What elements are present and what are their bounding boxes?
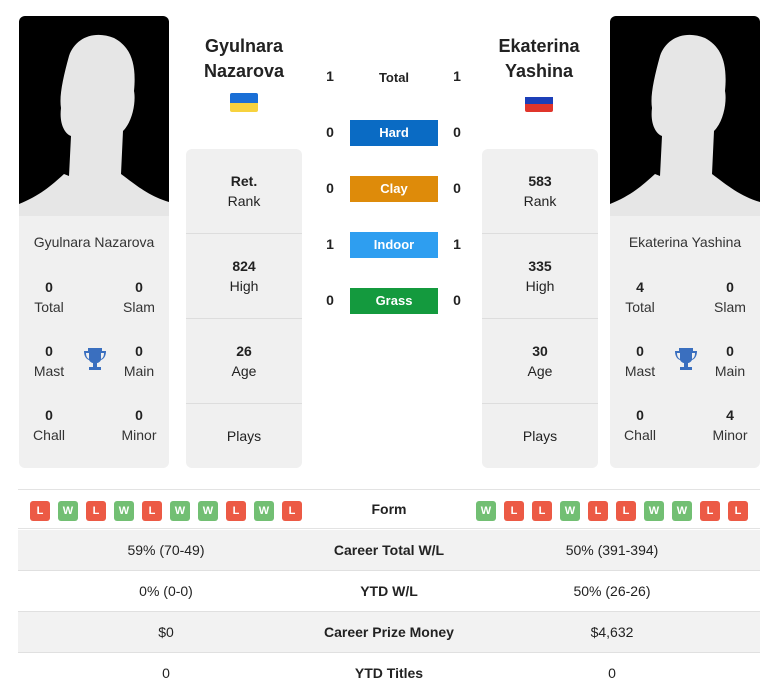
form-result-win[interactable]: W <box>644 501 664 521</box>
form-result-loss[interactable]: L <box>226 501 246 521</box>
form-result-win[interactable]: W <box>672 501 692 521</box>
stat-row-ytd-titles: 0 YTD Titles 0 <box>162 665 616 681</box>
stat-row-career-wl: 59% (70-49) Career Total W/L 50% (391-39… <box>18 530 760 571</box>
titles-mast-right: 0 Mast <box>624 343 656 379</box>
trophy-icon <box>84 348 106 370</box>
h2h-grass: 0 Grass 0 <box>315 288 473 314</box>
h2h-clay: 0 Clay 0 <box>315 176 473 202</box>
player-photo-left <box>19 16 169 216</box>
titles-main-left: 0 Main <box>123 343 155 379</box>
player-heading-right[interactable]: Ekaterina Yashina <box>464 34 614 84</box>
titles-chall-right: 0 Chall <box>624 407 656 443</box>
player-photo-right <box>610 16 760 216</box>
titles-mast-left: 0 Mast <box>33 343 65 379</box>
form-result-win[interactable]: W <box>58 501 78 521</box>
surface-grass-badge: Grass <box>350 288 438 314</box>
form-label: Form <box>371 501 407 517</box>
age-left: 26 Age <box>186 319 302 404</box>
surface-clay-badge: Clay <box>350 176 438 202</box>
high-left: 824 High <box>186 234 302 319</box>
form-result-win[interactable]: W <box>476 501 496 521</box>
stat-row-ytd-wl: 0% (0-0) YTD W/L 50% (26-26) <box>18 571 760 612</box>
form-result-loss[interactable]: L <box>282 501 302 521</box>
form-result-loss[interactable]: L <box>588 501 608 521</box>
titles-slam-left: 0 Slam <box>123 279 155 315</box>
rank-card-left: Ret. Rank 824 High 26 Age Plays <box>186 149 302 468</box>
player-name-left: Gyulnara Nazarova <box>33 234 155 250</box>
form-result-loss[interactable]: L <box>86 501 106 521</box>
trophy-icon <box>675 348 697 370</box>
surface-hard-badge: Hard <box>350 120 438 146</box>
age-right: 30 Age <box>482 319 598 404</box>
titles-total-left: 0 Total <box>34 279 64 315</box>
form-result-win[interactable]: W <box>560 501 580 521</box>
form-result-loss[interactable]: L <box>616 501 636 521</box>
h2h-hard: 0 Hard 0 <box>315 120 473 146</box>
form-result-win[interactable]: W <box>114 501 134 521</box>
form-result-loss[interactable]: L <box>700 501 720 521</box>
titles-main-right: 0 Main <box>714 343 746 379</box>
form-result-win[interactable]: W <box>254 501 274 521</box>
high-right: 335 High <box>482 234 598 319</box>
h2h-total: 1 Total 1 <box>326 68 461 85</box>
form-result-win[interactable]: W <box>198 501 218 521</box>
surface-indoor-badge: Indoor <box>350 232 438 258</box>
form-result-loss[interactable]: L <box>142 501 162 521</box>
form-row: LWLWLWWLWL Form WLLWLLWWLL <box>18 489 760 529</box>
rank-card-right: 583 Rank 335 High 30 Age Plays <box>482 149 598 468</box>
player-card-left: Gyulnara Nazarova 0 Total 0 Slam 0 Mast 0 Ma… <box>19 216 169 468</box>
rank-right: 583 Rank <box>482 149 598 234</box>
player-name-right: Ekaterina Yashina <box>628 234 742 250</box>
form-result-win[interactable]: W <box>170 501 190 521</box>
stat-row-prize-money: $0 Career Prize Money $4,632 <box>18 612 760 653</box>
silhouette-icon <box>19 34 169 216</box>
flag-ukraine-icon <box>230 93 258 112</box>
player-card-right: Ekaterina Yashina 4 Total 0 Slam 0 Mast 0 Ma… <box>610 216 760 468</box>
plays-right: Plays <box>522 428 558 444</box>
form-result-loss[interactable]: L <box>504 501 524 521</box>
titles-minor-right: 4 Minor <box>712 407 748 443</box>
titles-minor-left: 0 Minor <box>121 407 157 443</box>
form-result-loss[interactable]: L <box>728 501 748 521</box>
form-result-loss[interactable]: L <box>532 501 552 521</box>
titles-chall-left: 0 Chall <box>33 407 65 443</box>
h2h-indoor: 1 Indoor 1 <box>315 232 473 258</box>
silhouette-icon <box>610 34 760 216</box>
flag-russia-icon <box>525 93 553 112</box>
plays-left: Plays <box>226 428 262 444</box>
titles-slam-right: 0 Slam <box>714 279 746 315</box>
form-result-loss[interactable]: L <box>30 501 50 521</box>
rank-left: Ret. Rank <box>186 149 302 234</box>
titles-total-right: 4 Total <box>625 279 655 315</box>
player-heading-left[interactable]: Gyulnara Nazarova <box>169 34 319 84</box>
